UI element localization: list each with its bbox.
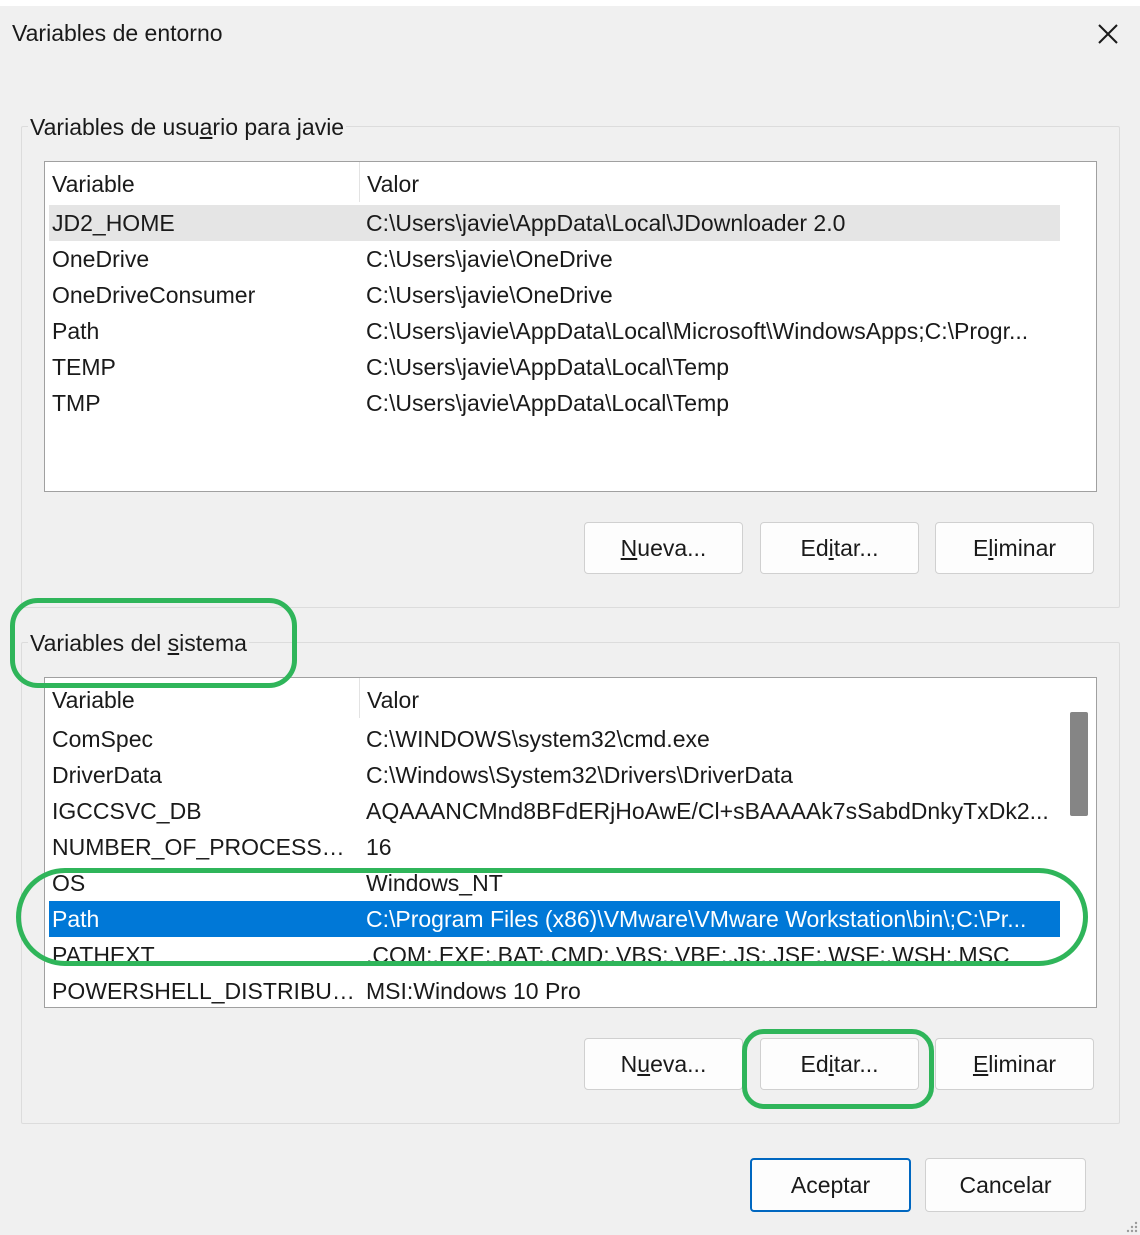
table-row[interactable]: Path C:\Program Files (x86)\VMware\VMware…: [49, 901, 1060, 937]
variable-name-cell: ComSpec: [52, 726, 153, 752]
variable-value-cell: C:\Users\javie\AppData\Local\Temp: [366, 390, 730, 416]
variable-value-cell: AQAAANCMnd8BFdERjHoAwE/Cl+sBAAAAk7sSabdD…: [366, 798, 1049, 824]
user-variables-list[interactable]: Variable Valor JD2_HOME C:\Users\javie\Ap…: [44, 161, 1097, 492]
table-row[interactable]: IGCCSVC_DB AQAAANCMnd8BFdERjHoAwE/Cl+sBAA…: [49, 793, 1060, 829]
variable-name-cell: JD2_HOME: [52, 210, 175, 236]
user-new-button[interactable]: Nueva...: [584, 522, 743, 574]
system-edit-button[interactable]: Ed i tar...: [760, 1038, 919, 1090]
column-header-valor[interactable]: Valor: [359, 678, 1059, 718]
table-row[interactable]: PATHEXT .COM;.EXE;.BAT;.CMD;.VBS;.VBE;.JS…: [49, 937, 1060, 973]
column-header-valor[interactable]: Valor: [359, 162, 1059, 202]
table-row[interactable]: OneDrive C:\Users\javie\OneDrive: [49, 241, 1060, 277]
variable-name-cell: PATHEXT: [52, 942, 155, 968]
environment-variables-dialog: Variables de entorno Variables de usuari…: [0, 6, 1140, 1235]
variable-name-cell: OS: [52, 870, 86, 896]
window-title: Variables de entorno: [12, 20, 223, 46]
variable-name-cell: TMP: [52, 390, 101, 416]
variable-name-cell: OneDriveConsumer: [52, 282, 256, 308]
table-row[interactable]: TEMP C:\Users\javie\AppData\Local\Temp: [49, 349, 1060, 385]
variable-value-cell: C:\Program Files (x86)\VMware\VMware Wor…: [366, 906, 1027, 932]
table-row[interactable]: POWERSHELL_DISTRIBUTIO... MSI:Windows 10 …: [49, 973, 1060, 1007]
variable-name-cell: Path: [52, 318, 100, 344]
variable-value-cell: C:\Users\javie\AppData\Local\JDownloader…: [366, 210, 846, 236]
resize-grip-icon[interactable]: [1124, 1219, 1138, 1233]
user-variables-label: Variables de usuario para javie: [28, 114, 347, 141]
table-row[interactable]: OS Windows_NT: [49, 865, 1060, 901]
column-header-variable[interactable]: Variable: [45, 162, 359, 202]
variable-value-cell: MSI:Windows 10 Pro: [366, 978, 581, 1004]
close-icon: [1098, 24, 1118, 44]
user-list-scroll-gutter: [1060, 162, 1096, 491]
column-header-variable[interactable]: Variable: [45, 678, 359, 718]
variable-name-cell: Path: [52, 906, 100, 932]
variable-value-cell: C:\WINDOWS\system32\cmd.exe: [366, 726, 710, 752]
variable-value-cell: C:\Windows\System32\Drivers\DriverData: [366, 762, 793, 788]
variable-name-cell: IGCCSVC_DB: [52, 798, 202, 824]
close-button[interactable]: [1086, 14, 1130, 54]
variable-value-cell: C:\Users\javie\OneDrive: [366, 282, 613, 308]
user-edit-button[interactable]: Ed i tar...: [760, 522, 919, 574]
table-row[interactable]: TMP C:\Users\javie\AppData\Local\Temp: [49, 385, 1060, 421]
table-row[interactable]: ComSpec C:\WINDOWS\system32\cmd.exe: [49, 721, 1060, 757]
variable-name-cell: POWERSHELL_DISTRIBUTIO...: [52, 978, 356, 1004]
variable-value-cell: C:\Users\javie\AppData\Local\Temp: [366, 354, 730, 380]
variable-name-cell: DriverData: [52, 762, 162, 788]
ok-button[interactable]: Aceptar: [750, 1158, 911, 1212]
system-list-scrollbar[interactable]: [1060, 678, 1096, 1007]
variable-value-cell: C:\Users\javie\OneDrive: [366, 246, 613, 272]
system-variables-label: Variables del sistema: [28, 630, 249, 657]
variable-value-cell: Windows_NT: [366, 870, 503, 896]
variable-value-cell: C:\Users\javie\AppData\Local\Microsoft\W…: [366, 318, 1029, 344]
variable-value-cell: 16: [366, 834, 392, 860]
system-new-button[interactable]: Nu eva...: [584, 1038, 743, 1090]
table-row[interactable]: JD2_HOME C:\Users\javie\AppData\Local\JDo…: [49, 205, 1060, 241]
scrollbar-thumb[interactable]: [1070, 712, 1088, 816]
table-row[interactable]: Path C:\Users\javie\AppData\Local\Microso…: [49, 313, 1060, 349]
variable-name-cell: TEMP: [52, 354, 116, 380]
cancel-button[interactable]: Cancelar: [925, 1158, 1086, 1212]
user-delete-button[interactable]: El iminar: [935, 522, 1094, 574]
system-list-header: Variable Valor: [45, 678, 1059, 718]
title-bar: Variables de entorno: [0, 6, 1140, 62]
user-list-header: Variable Valor: [45, 162, 1059, 202]
table-row[interactable]: DriverData C:\Windows\System32\Drivers\Dr…: [49, 757, 1060, 793]
variable-value-cell: .COM;.EXE;.BAT;.CMD;.VBS;.VBE;.JS;.JSE;.…: [366, 942, 1010, 968]
system-delete-button[interactable]: Eliminar: [935, 1038, 1094, 1090]
variable-name-cell: OneDrive: [52, 246, 150, 272]
variable-name-cell: NUMBER_OF_PROCESSORS: [52, 834, 356, 860]
table-row[interactable]: NUMBER_OF_PROCESSORS 16: [49, 829, 1060, 865]
table-row[interactable]: OneDriveConsumer C:\Users\javie\OneDrive: [49, 277, 1060, 313]
system-variables-list[interactable]: Variable Valor ComSpec C:\WINDOWS\system3…: [44, 677, 1097, 1008]
